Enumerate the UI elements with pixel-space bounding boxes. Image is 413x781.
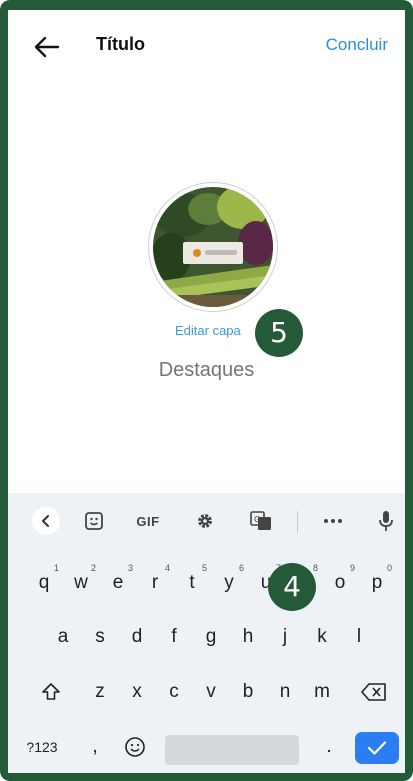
key-c[interactable]: c: [156, 670, 192, 714]
backspace-icon[interactable]: [353, 670, 395, 714]
keyboard-row-1: q1 w2 e3 r4 t5 y6 u7 i8 o9 p0: [8, 561, 405, 605]
key-label: r: [151, 572, 159, 593]
emoji-icon[interactable]: [117, 725, 153, 769]
key-b[interactable]: b: [230, 670, 266, 714]
key-o[interactable]: o9: [322, 561, 358, 605]
key-l[interactable]: l: [341, 615, 377, 659]
key-z[interactable]: z: [82, 670, 118, 714]
key-g[interactable]: g: [193, 615, 229, 659]
key-w[interactable]: w2: [63, 561, 99, 605]
key-q[interactable]: q1: [26, 561, 62, 605]
keyboard: GIF G q 1 w 2 e 3 r 4 t 5 y 6 u 8 o 9 p …: [8, 493, 405, 773]
key-h[interactable]: h: [230, 615, 266, 659]
more-icon[interactable]: [320, 507, 346, 535]
key-label: p: [371, 572, 383, 593]
enter-button[interactable]: [355, 732, 399, 764]
back-arrow-icon[interactable]: [32, 32, 62, 62]
key-hint: 3: [127, 563, 133, 573]
gear-icon[interactable]: [193, 507, 217, 535]
key-label: q: [38, 572, 50, 593]
microphone-icon[interactable]: [375, 507, 397, 535]
period-key[interactable]: .: [314, 725, 344, 769]
key-hint: 0: [386, 563, 392, 573]
symbols-key[interactable]: ?123: [18, 725, 66, 769]
done-button[interactable]: Concluir: [326, 35, 388, 55]
key-f[interactable]: f: [156, 615, 192, 659]
key-r[interactable]: r4: [137, 561, 173, 605]
key-e[interactable]: e3: [100, 561, 136, 605]
key-label: y: [224, 572, 234, 593]
gif-button[interactable]: GIF: [131, 507, 165, 535]
key-hint: 2: [90, 563, 96, 573]
key-j[interactable]: j: [267, 615, 303, 659]
keyboard-row-3: z x c v b n m: [8, 670, 405, 714]
page-title: Título: [96, 34, 145, 54]
space-bar[interactable]: [165, 735, 299, 765]
step-badge-5: 5: [255, 309, 303, 357]
key-y[interactable]: y6: [211, 561, 247, 605]
key-t[interactable]: t5: [174, 561, 210, 605]
key-hint: 8: [312, 563, 318, 573]
svg-text:G: G: [254, 515, 260, 524]
header: Título Concluir: [8, 10, 405, 80]
keyboard-toolbar: GIF G: [8, 499, 405, 543]
key-hint: 6: [238, 563, 244, 573]
translate-icon[interactable]: G: [248, 507, 274, 535]
toolbar-divider: [297, 511, 298, 533]
key-s[interactable]: s: [82, 615, 118, 659]
key-v[interactable]: v: [193, 670, 229, 714]
comma-key[interactable]: ,: [80, 725, 110, 769]
key-x[interactable]: x: [119, 670, 155, 714]
highlight-name-input[interactable]: [58, 353, 355, 387]
edit-cover-link[interactable]: Editar capa: [175, 323, 241, 338]
key-hint: 4: [164, 563, 170, 573]
shift-icon[interactable]: [31, 670, 71, 714]
key-hint: 1: [53, 563, 59, 573]
keyboard-row-4: ?123 , .: [8, 725, 405, 769]
key-p[interactable]: p0: [359, 561, 395, 605]
key-hint: 9: [349, 563, 355, 573]
chevron-left-icon[interactable]: [32, 507, 60, 535]
cover-image[interactable]: [148, 182, 278, 312]
key-k[interactable]: k: [304, 615, 340, 659]
key-a[interactable]: a: [45, 615, 81, 659]
device-frame: Título Concluir Editar capa 5 Destaques …: [0, 0, 413, 781]
screen: Título Concluir Editar capa 5 Destaques …: [8, 10, 405, 773]
key-label: t: [189, 572, 195, 593]
key-label: w: [74, 572, 88, 593]
key-label: e: [112, 572, 124, 593]
sticker-icon[interactable]: [82, 507, 106, 535]
key-n[interactable]: n: [267, 670, 303, 714]
step-badge-4: 4: [268, 563, 316, 611]
key-hint: 5: [201, 563, 207, 573]
key-m[interactable]: m: [304, 670, 340, 714]
key-label: o: [334, 572, 346, 593]
keyboard-row-2: a s d f g h j k l: [8, 615, 405, 659]
checkmark-icon: [367, 741, 387, 755]
key-d[interactable]: d: [119, 615, 155, 659]
